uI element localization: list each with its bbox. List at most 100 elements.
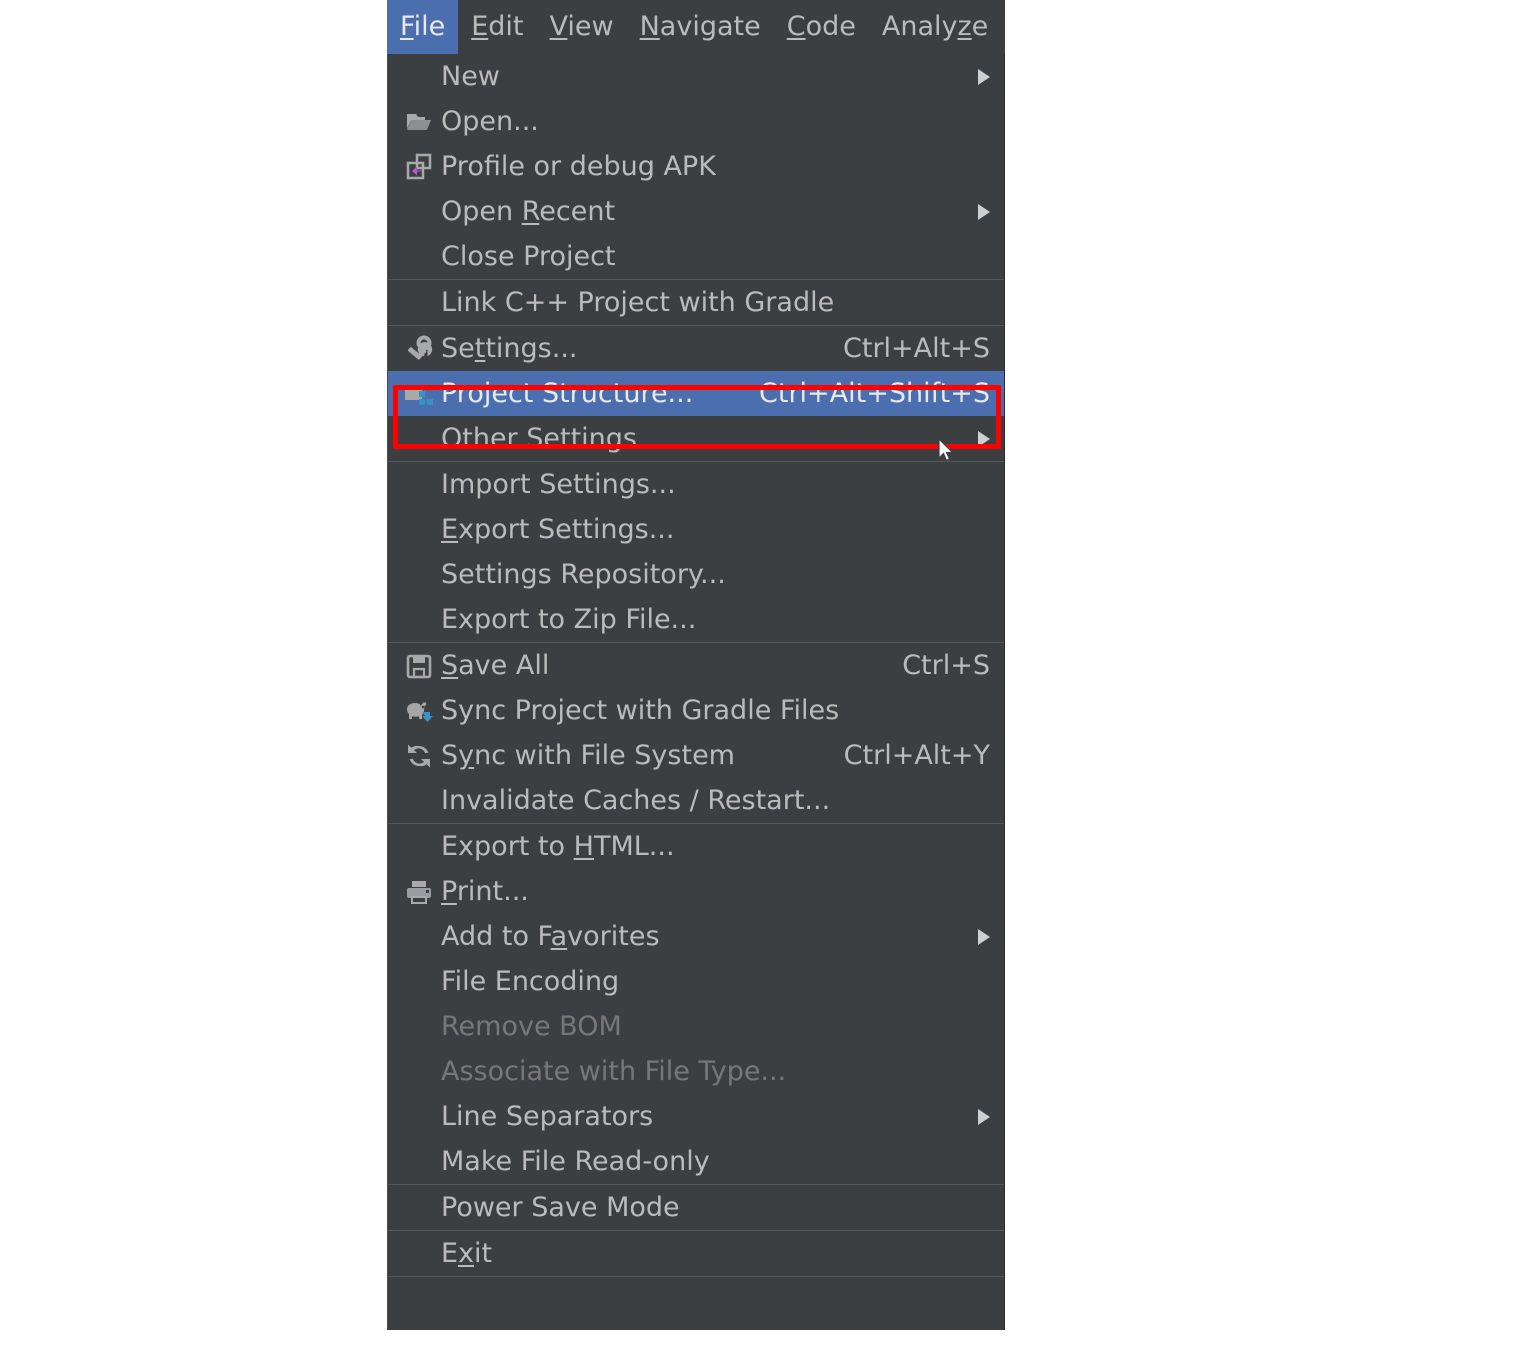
blank-icon	[397, 785, 441, 817]
menu-item-invalidate-caches-restart[interactable]: Invalidate Caches / Restart...	[388, 778, 1004, 823]
menu-item-label: Export to HTML...	[441, 831, 675, 862]
wrench-icon	[397, 333, 441, 365]
menu-item-close-project[interactable]: Close Project	[388, 234, 1004, 279]
open-folder-icon	[397, 106, 441, 138]
refresh-icon	[397, 740, 441, 772]
menu-item-shortcut: Ctrl+Alt+Y	[843, 740, 990, 771]
menubar-item-code[interactable]: Code	[774, 0, 869, 54]
project-structure-icon	[397, 378, 441, 410]
menu-item-label: New	[441, 61, 500, 92]
menu-item-label: Exit	[441, 1238, 493, 1269]
menu-item-label: File Encoding	[441, 966, 620, 997]
menu-item-open[interactable]: Open...	[388, 99, 1004, 144]
menu-item-label: Link C++ Project with Gradle	[441, 287, 835, 318]
menu-item-label: Sync Project with Gradle Files	[441, 695, 840, 726]
blank-icon	[397, 831, 441, 863]
menubar-item-analyze[interactable]: Analyze	[869, 0, 1001, 54]
menu-item-export-to-html[interactable]: Export to HTML...	[388, 824, 1004, 869]
menu-item-open-recent[interactable]: Open Recent	[388, 189, 1004, 234]
menu-item-shortcut: Ctrl+Alt+S	[843, 333, 990, 364]
menu-item-label: Power Save Mode	[441, 1192, 680, 1223]
blank-icon	[397, 1146, 441, 1178]
menu-item-remove-bom: Remove BOM	[388, 1004, 1004, 1049]
menu-item-project-structure[interactable]: Project Structure... Ctrl+Alt+Shift+S	[388, 371, 1004, 416]
blank-icon	[397, 604, 441, 636]
profile-apk-icon	[397, 151, 441, 183]
menu-item-import-settings[interactable]: Import Settings...	[388, 462, 1004, 507]
menu-item-shortcut: Ctrl+S	[902, 650, 990, 681]
menu-item-label: Associate with File Type...	[441, 1056, 787, 1087]
menu-item-label: Other Settings	[441, 423, 637, 454]
menubar-item-view[interactable]: View	[537, 0, 627, 54]
menu-item-shortcut: Ctrl+Alt+Shift+S	[759, 378, 990, 409]
blank-icon	[397, 559, 441, 591]
file-menu-dropdown: New Open... Profile or debug APK Open Re…	[387, 54, 1005, 1330]
submenu-arrow-icon	[978, 68, 990, 85]
blank-icon	[397, 1011, 441, 1043]
blank-icon	[397, 61, 441, 93]
menu-item-label: Profile or debug APK	[441, 151, 716, 182]
submenu-arrow-icon	[978, 430, 990, 447]
menu-item-settings[interactable]: Settings... Ctrl+Alt+S	[388, 326, 1004, 371]
menubar-item-edit[interactable]: Edit	[458, 0, 536, 54]
menu-item-file-encoding[interactable]: File Encoding	[388, 959, 1004, 1004]
menu-item-exit[interactable]: Exit	[388, 1231, 1004, 1276]
menu-item-print[interactable]: Print...	[388, 869, 1004, 914]
blank-icon	[397, 469, 441, 501]
printer-icon	[397, 876, 441, 908]
blank-icon	[397, 514, 441, 546]
blank-icon	[397, 966, 441, 998]
menu-item-label: Close Project	[441, 241, 616, 272]
menu-item-label: Make File Read-only	[441, 1146, 710, 1177]
blank-icon	[397, 423, 441, 455]
menu-item-label: Project Structure...	[441, 378, 694, 409]
menu-item-label: Print...	[441, 876, 529, 907]
menu-item-label: Import Settings...	[441, 469, 676, 500]
menu-item-label: Export Settings...	[441, 514, 675, 545]
menu-separator	[388, 1276, 1004, 1277]
submenu-arrow-icon	[978, 928, 990, 945]
submenu-arrow-icon	[978, 1108, 990, 1125]
menu-item-label: Invalidate Caches / Restart...	[441, 785, 831, 816]
menu-item-label: Open...	[441, 106, 539, 137]
save-all-icon	[397, 650, 441, 682]
menu-item-label: Sync with File System	[441, 740, 735, 771]
menu-item-save-all[interactable]: Save All Ctrl+S	[388, 643, 1004, 688]
menu-item-export-to-zip-file[interactable]: Export to Zip File...	[388, 597, 1004, 642]
menu-item-label: Remove BOM	[441, 1011, 622, 1042]
blank-icon	[397, 1056, 441, 1088]
gradle-sync-icon	[397, 695, 441, 727]
menubar-item-navigate[interactable]: Navigate	[627, 0, 774, 54]
blank-icon	[397, 921, 441, 953]
menu-item-new[interactable]: New	[388, 54, 1004, 99]
blank-icon	[397, 1192, 441, 1224]
blank-icon	[397, 196, 441, 228]
menubar-item-file[interactable]: File	[387, 0, 459, 54]
menu-item-sync-project-with-gradle-files[interactable]: Sync Project with Gradle Files	[388, 688, 1004, 733]
menu-item-power-save-mode[interactable]: Power Save Mode	[388, 1185, 1004, 1230]
menu-item-label: Settings Repository...	[441, 559, 726, 590]
blank-icon	[397, 241, 441, 273]
menu-item-add-to-favorites[interactable]: Add to Favorites	[388, 914, 1004, 959]
blank-icon	[397, 287, 441, 319]
menu-item-link-cpp-project-with-gradle[interactable]: Link C++ Project with Gradle	[388, 280, 1004, 325]
menu-item-other-settings[interactable]: Other Settings	[388, 416, 1004, 461]
menu-item-line-separators[interactable]: Line Separators	[388, 1094, 1004, 1139]
menu-item-export-settings[interactable]: Export Settings...	[388, 507, 1004, 552]
submenu-arrow-icon	[978, 203, 990, 220]
menu-item-label: Save All	[441, 650, 550, 681]
menu-item-settings-repository[interactable]: Settings Repository...	[388, 552, 1004, 597]
menu-item-associate-with-file-type: Associate with File Type...	[388, 1049, 1004, 1094]
menu-item-label: Export to Zip File...	[441, 604, 697, 635]
menu-item-profile-or-debug-apk[interactable]: Profile or debug APK	[388, 144, 1004, 189]
menu-bar: File Edit View Navigate Code Analyze	[387, 0, 1005, 54]
blank-icon	[397, 1101, 441, 1133]
menu-item-sync-with-file-system[interactable]: Sync with File System Ctrl+Alt+Y	[388, 733, 1004, 778]
menu-item-label: Line Separators	[441, 1101, 654, 1132]
menu-item-label: Add to Favorites	[441, 921, 660, 952]
menu-item-label: Open Recent	[441, 196, 616, 227]
menu-item-make-file-read-only[interactable]: Make File Read-only	[388, 1139, 1004, 1184]
blank-icon	[397, 1238, 441, 1270]
mouse-cursor-icon	[938, 438, 954, 462]
menu-item-label: Settings...	[441, 333, 578, 364]
